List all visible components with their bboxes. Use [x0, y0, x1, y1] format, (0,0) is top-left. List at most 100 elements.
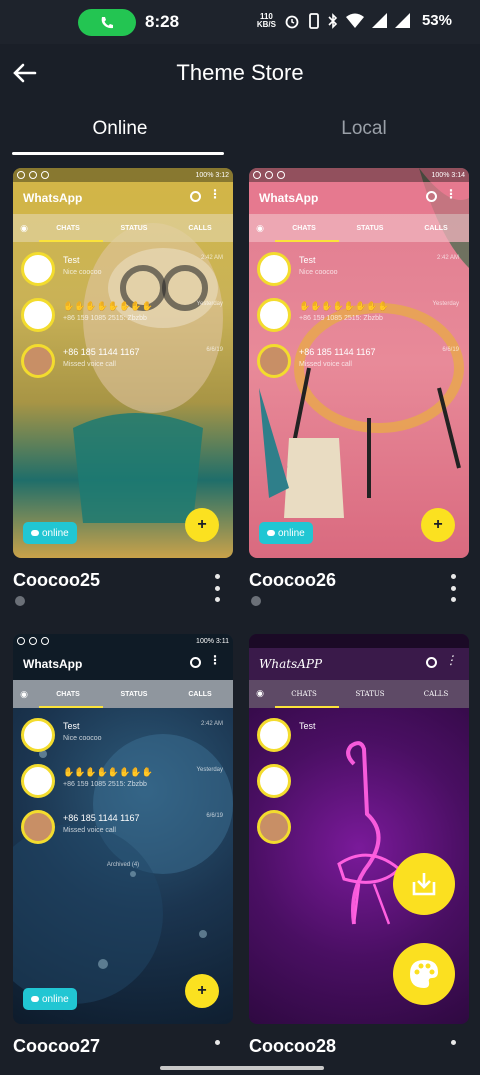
camera-icon: ◉	[20, 222, 28, 233]
clock: 8:28	[145, 12, 180, 31]
avatar	[21, 298, 55, 332]
mini-chat-row: Test Nice coocoo 2:42 AM	[21, 718, 231, 758]
mini-app-bar: WhatsApp ⋮	[13, 648, 233, 680]
theme-preview[interactable]: 100% 3:12 WhatsApp ⋮ ◉ CHATS STATUS CALL…	[13, 168, 233, 558]
mini-tabs: ◉ CHATS STATUS CALLS	[13, 680, 233, 708]
camera-icon: ◉	[20, 688, 28, 699]
avatar	[21, 252, 55, 286]
avatar	[21, 764, 55, 798]
signal-icon	[371, 13, 387, 28]
mini-status-bar	[249, 634, 469, 648]
chat-time: 2:42 AM	[436, 255, 459, 261]
mini-chat-row: ✋✋✋✋✋✋✋✋ +86 159 1085 2515: Zbzbb Yester…	[257, 298, 467, 338]
mini-chat-row: ✋✋✋✋✋✋✋✋ +86 159 1085 2515: Zbzbb Yester…	[21, 298, 231, 338]
signal-icon	[394, 13, 410, 28]
mini-app-bar: WhatsAPP ⋮	[249, 648, 469, 680]
more-vertical-icon: ⋮	[445, 187, 457, 201]
more-vertical-icon: ⋮	[445, 653, 457, 667]
mini-status-bar: 100% 3:14	[249, 168, 469, 182]
vibrate-icon	[309, 12, 319, 29]
alarm-icon	[285, 15, 299, 28]
more-options-button[interactable]	[211, 1040, 223, 1052]
chat-message: Missed voice call	[299, 361, 352, 368]
chat-name: Test	[299, 721, 316, 731]
chat-name-emoji: ✋✋✋✋✋✋✋✋	[63, 301, 153, 311]
mini-fab: +	[185, 974, 219, 1008]
chat-time: 6/6/19	[206, 813, 223, 819]
chat-time: Yesterday	[196, 767, 223, 773]
battery-level: 53%	[421, 12, 452, 29]
mini-tab-calls: CALLS	[188, 224, 212, 232]
theme-card[interactable]: 100% 3:14 WhatsApp ⋮ ◉ CHATS STATUS CALL…	[249, 168, 469, 613]
tab-online[interactable]: Online	[0, 118, 240, 140]
chat-message: Missed voice call	[63, 827, 116, 834]
customize-theme-button[interactable]	[393, 943, 455, 1005]
mini-tabs: ◉ CHATS STATUS CALLS	[249, 214, 469, 242]
mini-tab-chats: CHATS	[292, 224, 316, 232]
theme-card[interactable]: 100% 3:12 WhatsApp ⋮ ◉ CHATS STATUS CALL…	[13, 168, 233, 613]
mini-chat-row: Test Nice coocoo 2:42 AM	[257, 252, 467, 292]
theme-card[interactable]: 100% 3:11 WhatsApp ⋮ ◉ CHATS STATUS CALL…	[13, 634, 233, 1064]
more-vertical-icon: ⋮	[209, 187, 221, 201]
mini-tab-indicator	[275, 240, 339, 242]
avatar	[257, 810, 291, 844]
download-icon	[251, 596, 261, 606]
theme-preview[interactable]: 100% 3:14 WhatsApp ⋮ ◉ CHATS STATUS CALL…	[249, 168, 469, 558]
status-icons: 110 KB/S 53%	[257, 12, 452, 29]
app-header: Theme Store Online Local	[0, 44, 480, 162]
chat-name: +86 185 1144 1167	[299, 347, 376, 357]
theme-name: Coocoo27	[13, 1036, 101, 1056]
theme-preview[interactable]: 100% 3:11 WhatsApp ⋮ ◉ CHATS STATUS CALL…	[13, 634, 233, 1024]
mini-app-title: WhatsApp	[259, 191, 319, 205]
chat-name: Test	[63, 721, 80, 731]
online-badge-label: online	[278, 527, 305, 539]
theme-name: Coocoo28	[249, 1036, 337, 1056]
mini-tab-chats: CHATS	[56, 224, 80, 232]
chat-message: Nice coocoo	[299, 269, 338, 276]
chat-time: 2:42 AM	[200, 255, 223, 261]
theme-name: Coocoo26	[249, 570, 337, 590]
mini-clock: 100% 3:12	[195, 171, 229, 179]
camera-icon: ◉	[256, 689, 264, 699]
more-options-button[interactable]	[447, 574, 459, 602]
mini-app-bar: WhatsApp ⋮	[13, 182, 233, 214]
more-options-button[interactable]	[211, 574, 223, 602]
mini-tab-indicator	[39, 706, 103, 708]
mini-clock: 100% 3:11	[196, 637, 229, 645]
avatar	[21, 810, 55, 844]
mini-tabs: ◉ CHATS STATUS CALLS	[249, 680, 469, 708]
chat-name: Test	[63, 255, 80, 265]
gesture-nav-bar[interactable]	[160, 1066, 324, 1070]
mini-tabs: ◉ CHATS STATUS CALLS	[13, 214, 233, 242]
camera-icon: ◉	[256, 222, 264, 233]
mini-app-title: WhatsApp	[23, 657, 83, 671]
status-bar: 8:28 110 KB/S 53%	[0, 0, 480, 44]
mini-tab-indicator	[39, 240, 103, 242]
chat-message: Nice coocoo	[63, 735, 102, 742]
mini-chat-row	[257, 764, 467, 804]
tab-local[interactable]: Local	[244, 118, 480, 140]
chat-name: +86 185 1144 1167	[63, 347, 140, 357]
chat-time: Yesterday	[432, 301, 459, 307]
chat-name: +86 185 1144 1167	[63, 813, 140, 823]
avatar	[257, 298, 291, 332]
archived-label: Archived (4)	[106, 862, 140, 868]
online-badge: online	[23, 988, 77, 1010]
chat-time: 6/6/19	[442, 347, 459, 353]
download-icon	[412, 873, 436, 896]
more-options-button[interactable]	[447, 1040, 459, 1052]
mini-tab-calls: CALLS	[424, 224, 448, 232]
cloud-icon	[267, 530, 275, 536]
mini-clock: 100% 3:14	[431, 171, 465, 179]
download-icon	[15, 596, 25, 606]
online-badge: online	[23, 522, 77, 544]
online-badge-label: online	[42, 527, 69, 539]
mini-chat-row: ✋✋✋✋✋✋✋✋ +86 159 1085 2515: Zbzbb Yester…	[21, 764, 231, 804]
chat-message: +86 159 1085 2515: Zbzbb	[299, 315, 383, 322]
wifi-icon	[345, 13, 364, 28]
ongoing-call-pill[interactable]	[78, 9, 136, 36]
download-theme-button[interactable]	[393, 853, 455, 915]
mini-tab-chats: CHATS	[56, 690, 80, 698]
mini-tab-indicator	[275, 706, 339, 708]
search-icon	[190, 191, 201, 202]
